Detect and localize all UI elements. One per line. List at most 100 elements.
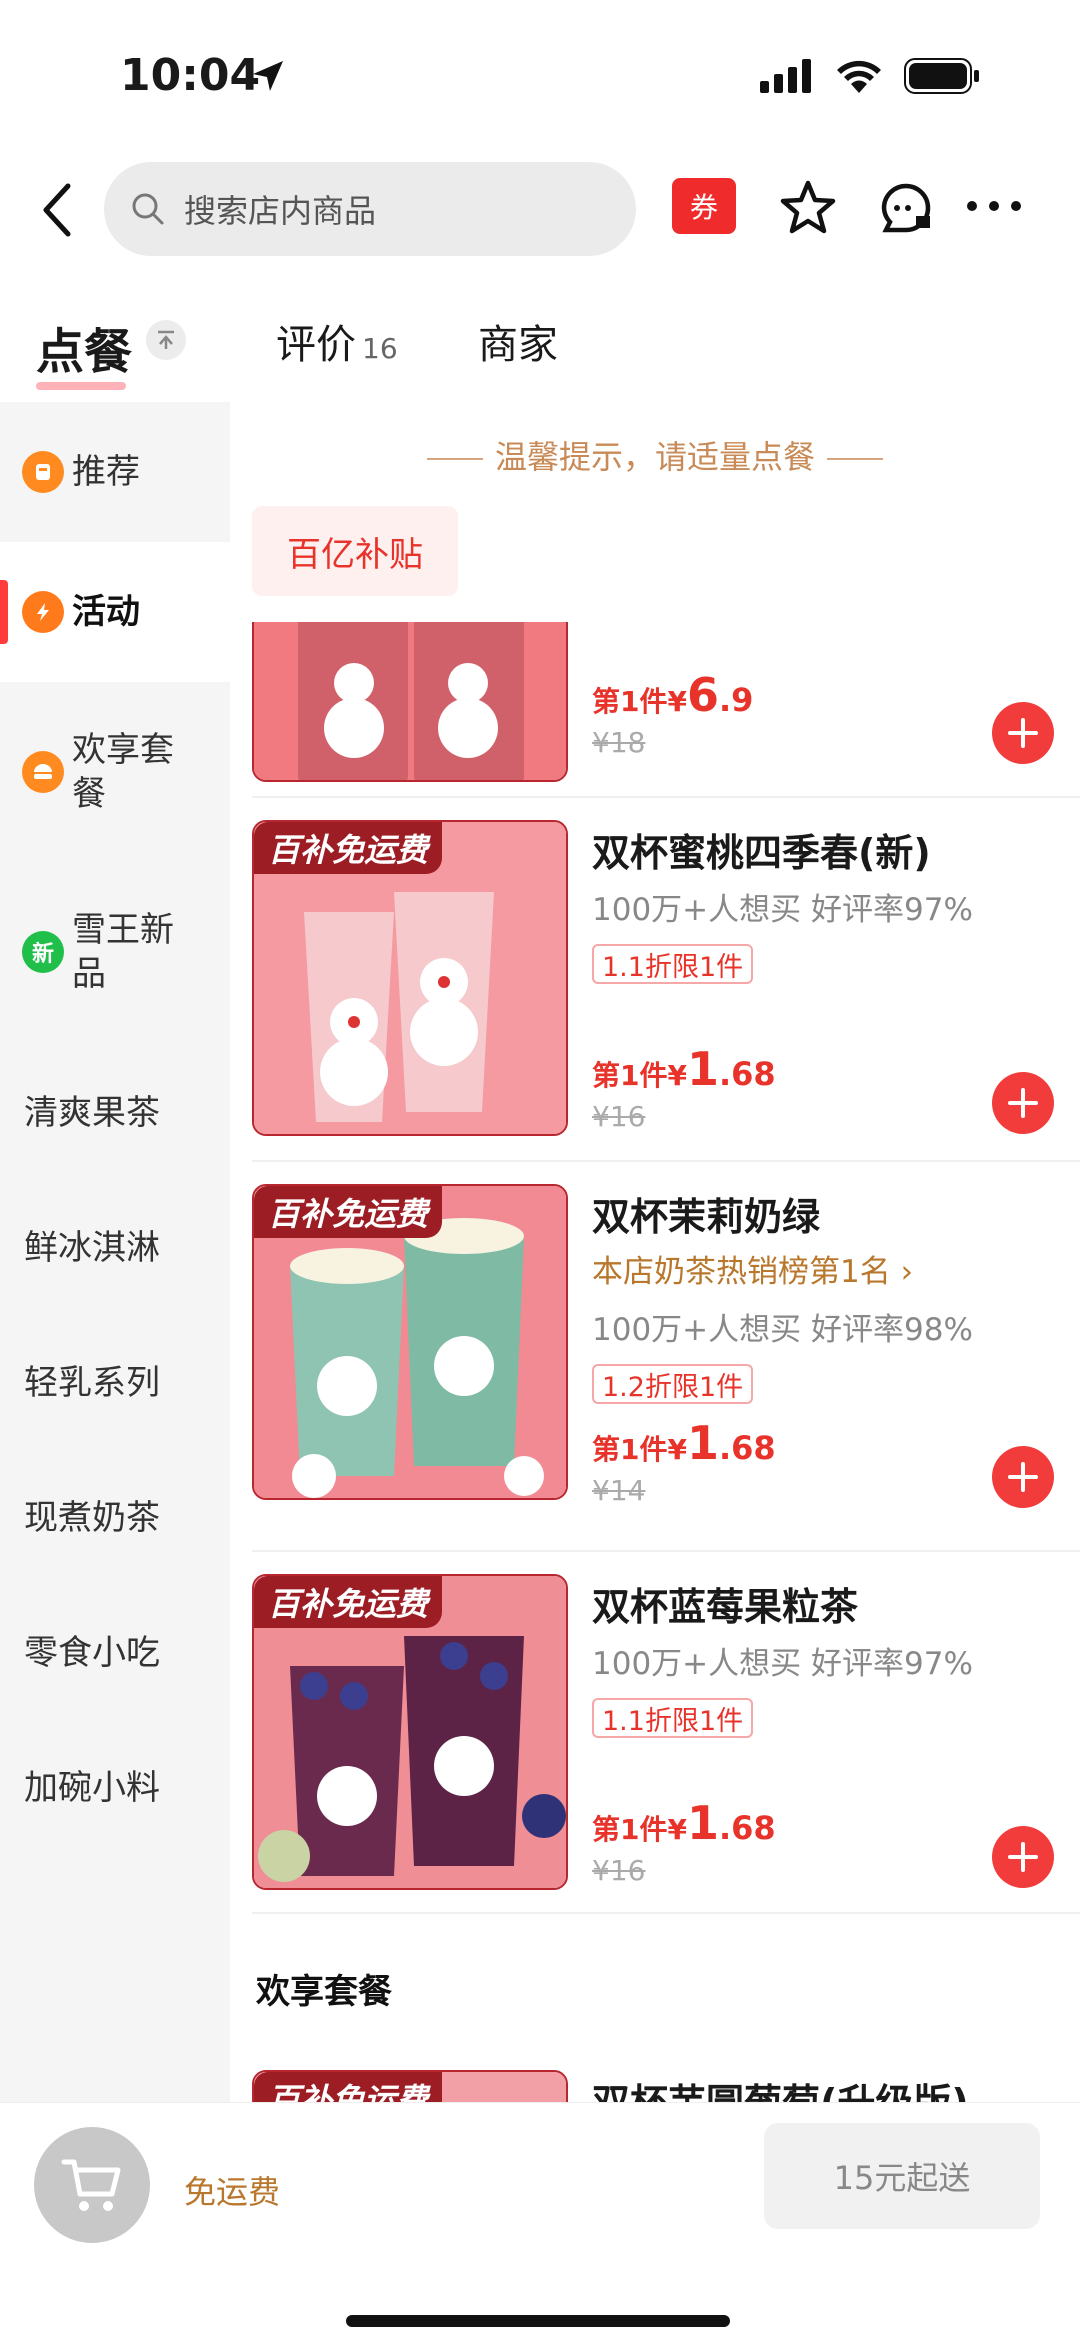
product-image: 百补免运费	[252, 820, 568, 1136]
product-image: 百补免运费	[252, 1184, 568, 1500]
lightning-icon	[22, 591, 64, 633]
sidebar-item-light-milk[interactable]: 轻乳系列	[0, 1312, 230, 1447]
cart-bar: 免运费 15元起送	[0, 2102, 1080, 2347]
coupon-label: 券	[689, 191, 718, 224]
hot-rank-link[interactable]: 本店奶茶热销榜第1名 ›	[592, 1246, 913, 1291]
status-bar: 10:04	[0, 0, 1080, 150]
free-delivery-text: 免运费	[184, 2173, 281, 2211]
product-price: 第1件¥6.9	[592, 668, 754, 722]
plus-icon	[1008, 1462, 1038, 1492]
cart-button[interactable]	[34, 2127, 150, 2243]
product-info: 双杯芋圆葡萄(升级版)	[592, 2070, 1080, 2102]
coupon-button[interactable]: 券	[672, 178, 736, 234]
reminder-tip: 温馨提示，请适量点餐	[230, 432, 1080, 478]
recommend-icon	[22, 451, 64, 493]
star-favorite-icon[interactable]	[778, 178, 838, 238]
min-order-button[interactable]: 15元起送	[764, 2123, 1040, 2229]
sidebar-item-label: 活动	[72, 592, 140, 632]
battery-icon	[904, 58, 979, 94]
product-sales: 100万+人想买 好评率98%	[592, 1312, 973, 1348]
product-image: 百补免运费	[252, 1574, 568, 1890]
tab-order-label: 点餐	[36, 324, 133, 380]
sidebar-item-label: 雪王新品	[72, 910, 174, 994]
sidebar-item-label: 加碗小料	[24, 1768, 160, 1808]
product-price: 第1件¥1.68	[592, 1042, 776, 1096]
product-sales: 100万+人想买 好评率97%	[592, 892, 973, 928]
original-price: ¥18	[592, 726, 646, 759]
sidebar-item-recommend[interactable]: 推荐	[0, 402, 230, 542]
signal-icon	[760, 59, 811, 93]
shopping-cart-icon	[61, 2159, 121, 2211]
add-to-cart-button[interactable]	[992, 1826, 1054, 1888]
sidebar-item-label: 现煮奶茶	[24, 1498, 160, 1538]
tab-order[interactable]: 点餐	[36, 312, 133, 390]
product-card[interactable]: 百补免运费 双杯茉莉奶绿 本店奶茶热销榜第1名 › 100万+人想买 好评率98…	[252, 1184, 1080, 1508]
product-sales: 100万+人想买 好评率97%	[592, 1646, 973, 1682]
search-icon	[132, 193, 164, 225]
search-placeholder: 搜索店内商品	[184, 192, 377, 230]
customer-service-icon[interactable]	[876, 178, 936, 238]
divider	[252, 1912, 1080, 1914]
product-image	[252, 622, 568, 782]
sidebar-item-label: 零食小吃	[24, 1633, 160, 1673]
sidebar-item-label: 鲜冰淇淋	[24, 1228, 160, 1268]
divider	[252, 1550, 1080, 1552]
location-arrow-icon	[253, 61, 283, 91]
home-indicator	[346, 2315, 730, 2327]
subsidy-tag-label: 百亿补贴	[287, 534, 423, 575]
product-card[interactable]: 百补免运费 双杯蜜桃四季春(新) 100万+人想买 好评率97% 1.1折限1件…	[252, 820, 1080, 1136]
sidebar-item-new[interactable]: 新 雪王新品	[0, 862, 230, 1042]
discount-tag: 1.2折限1件	[592, 1364, 754, 1404]
tab-reviews[interactable]: 评价 16	[276, 312, 398, 370]
product-price: 第1件¥1.68	[592, 1796, 776, 1850]
original-price: ¥16	[592, 1100, 646, 1133]
product-name: 双杯蓝莓果粒茶	[592, 1585, 859, 1629]
wifi-icon	[837, 60, 881, 93]
active-indicator	[0, 580, 8, 644]
product-card[interactable]: 百补免运费 双杯蓝莓果粒茶 100万+人想买 好评率97% 1.1折限1件 第1…	[252, 1574, 1080, 1890]
tab-reviews-count: 16	[362, 332, 398, 365]
free-delivery-badge: 百补免运费	[254, 822, 443, 874]
sidebar-item-activity[interactable]: 活动	[0, 542, 230, 682]
plus-icon	[1008, 718, 1038, 748]
more-icon[interactable]	[964, 198, 1024, 214]
back-arrow-icon[interactable]	[38, 180, 78, 240]
add-to-cart-button[interactable]	[992, 1446, 1054, 1508]
collapse-top-icon[interactable]	[146, 320, 186, 360]
add-to-cart-button[interactable]	[992, 1072, 1054, 1134]
divider	[252, 796, 1080, 798]
product-name: 双杯蜜桃四季春(新)	[592, 831, 931, 875]
status-time: 10:04	[120, 50, 261, 101]
sidebar-item-toppings[interactable]: 加碗小料	[0, 1717, 230, 1852]
sidebar-item-label: 欢享套餐	[72, 730, 174, 814]
top-nav: 搜索店内商品 券	[0, 150, 1080, 270]
combo-icon	[22, 751, 64, 793]
product-card[interactable]: 百补免运费 双杯芋圆葡萄(升级版)	[252, 2070, 1080, 2102]
sidebar-item-label: 轻乳系列	[24, 1363, 160, 1403]
tab-reviews-label: 评价	[276, 322, 356, 368]
product-card[interactable]: 第1件¥6.9 ¥18	[252, 622, 1080, 782]
sidebar-item-snacks[interactable]: 零食小吃	[0, 1582, 230, 1717]
tab-merchant-label: 商家	[478, 322, 558, 368]
product-name: 双杯茉莉奶绿	[592, 1195, 821, 1239]
store-tabs: 点餐 评价 16 商家	[0, 300, 1080, 400]
subsidy-filter-tag[interactable]: 百亿补贴	[252, 506, 458, 596]
sidebar-item-ice-cream[interactable]: 鲜冰淇淋	[0, 1177, 230, 1312]
free-delivery-badge: 百补免运费	[254, 1576, 443, 1628]
product-name: 双杯芋圆葡萄(升级版)	[592, 2072, 969, 2102]
divider	[252, 1160, 1080, 1162]
original-price: ¥16	[592, 1854, 646, 1887]
section-title-combo: 欢享套餐	[256, 1972, 392, 2012]
plus-icon	[1008, 1842, 1038, 1872]
tab-merchant[interactable]: 商家	[478, 312, 558, 370]
search-input[interactable]: 搜索店内商品	[104, 162, 636, 256]
plus-icon	[1008, 1088, 1038, 1118]
sidebar-item-combo[interactable]: 欢享套餐	[0, 682, 230, 862]
sidebar-item-fruit-tea[interactable]: 清爽果茶	[0, 1042, 230, 1177]
sidebar-item-milk-tea[interactable]: 现煮奶茶	[0, 1447, 230, 1582]
sidebar-item-label: 推荐	[72, 452, 140, 492]
new-badge-icon: 新	[22, 931, 64, 973]
active-tab-underline	[36, 382, 126, 390]
reminder-text: 温馨提示，请适量点餐	[494, 438, 815, 476]
add-to-cart-button[interactable]	[992, 702, 1054, 764]
